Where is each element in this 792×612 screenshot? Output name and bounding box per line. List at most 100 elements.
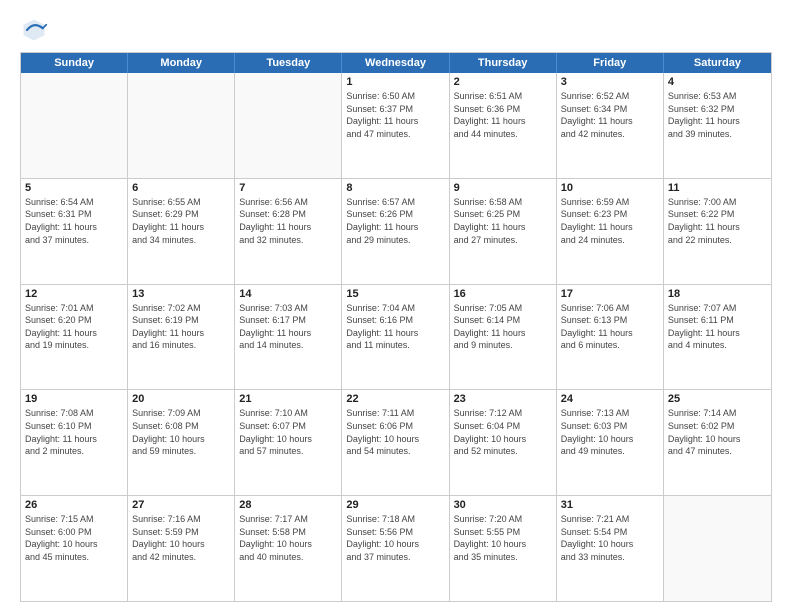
cell-info: Sunrise: 7:06 AM Sunset: 6:13 PM Dayligh… [561,302,659,352]
cell-info: Sunrise: 7:09 AM Sunset: 6:08 PM Dayligh… [132,407,230,457]
day-number: 17 [561,288,659,300]
calendar-cell: 22Sunrise: 7:11 AM Sunset: 6:06 PM Dayli… [342,390,449,495]
calendar-cell: 29Sunrise: 7:18 AM Sunset: 5:56 PM Dayli… [342,496,449,601]
cell-info: Sunrise: 7:07 AM Sunset: 6:11 PM Dayligh… [668,302,767,352]
cell-info: Sunrise: 7:16 AM Sunset: 5:59 PM Dayligh… [132,513,230,563]
day-number: 2 [454,76,552,88]
day-number: 8 [346,182,444,194]
day-header: Sunday [21,53,128,73]
calendar-cell: 24 Sunrise: 7:13 AM Sunset: 6:03 PM Dayli… [557,390,664,495]
calendar-cell [128,73,235,178]
cell-info: Sunrise: 7:10 AM Sunset: 6:07 PM Dayligh… [239,407,337,457]
logo-icon [20,16,48,44]
calendar-cell: 18 Sunrise: 7:07 AM Sunset: 6:11 PM Dayli… [664,285,771,390]
calendar-cell: 2 Sunrise: 6:51 AM Sunset: 6:36 PM Daylig… [450,73,557,178]
calendar-cell: 25 Sunrise: 7:14 AM Sunset: 6:02 PM Dayli… [664,390,771,495]
calendar-cell: 21 Sunrise: 7:10 AM Sunset: 6:07 PM Dayli… [235,390,342,495]
cell-info: Sunrise: 7:03 AM Sunset: 6:17 PM Dayligh… [239,302,337,352]
calendar-cell: 11 Sunrise: 7:00 AM Sunset: 6:22 PM Dayli… [664,179,771,284]
cell-info: Sunrise: 6:56 AM Sunset: 6:28 PM Dayligh… [239,196,337,246]
calendar-cell [21,73,128,178]
calendar-cell: 19Sunrise: 7:08 AM Sunset: 6:10 PM Dayli… [21,390,128,495]
day-header: Saturday [664,53,771,73]
calendar-cell: 10Sunrise: 6:59 AM Sunset: 6:23 PM Dayli… [557,179,664,284]
calendar-week-row: 1Sunrise: 6:50 AM Sunset: 6:37 PM Daylig… [21,73,771,178]
calendar-cell: 4 Sunrise: 6:53 AM Sunset: 6:32 PM Daylig… [664,73,771,178]
cell-info: Sunrise: 7:08 AM Sunset: 6:10 PM Dayligh… [25,407,123,457]
cell-info: Sunrise: 6:57 AM Sunset: 6:26 PM Dayligh… [346,196,444,246]
cell-info: Sunrise: 7:04 AM Sunset: 6:16 PM Dayligh… [346,302,444,352]
day-header: Thursday [450,53,557,73]
calendar-cell: 31Sunrise: 7:21 AM Sunset: 5:54 PM Dayli… [557,496,664,601]
cell-info: Sunrise: 6:52 AM Sunset: 6:34 PM Dayligh… [561,90,659,140]
calendar-cell [235,73,342,178]
day-header: Monday [128,53,235,73]
cell-info: Sunrise: 6:58 AM Sunset: 6:25 PM Dayligh… [454,196,552,246]
day-number: 24 [561,393,659,405]
calendar-cell: 7 Sunrise: 6:56 AM Sunset: 6:28 PM Daylig… [235,179,342,284]
calendar-cell: 3 Sunrise: 6:52 AM Sunset: 6:34 PM Daylig… [557,73,664,178]
cell-info: Sunrise: 7:15 AM Sunset: 6:00 PM Dayligh… [25,513,123,563]
calendar-cell: 27 Sunrise: 7:16 AM Sunset: 5:59 PM Dayli… [128,496,235,601]
cell-info: Sunrise: 7:13 AM Sunset: 6:03 PM Dayligh… [561,407,659,457]
calendar-cell: 30 Sunrise: 7:20 AM Sunset: 5:55 PM Dayli… [450,496,557,601]
day-number: 10 [561,182,659,194]
cell-info: Sunrise: 7:01 AM Sunset: 6:20 PM Dayligh… [25,302,123,352]
day-number: 18 [668,288,767,300]
calendar-week-row: 5Sunrise: 6:54 AM Sunset: 6:31 PM Daylig… [21,178,771,284]
day-number: 1 [346,76,444,88]
day-number: 15 [346,288,444,300]
cell-info: Sunrise: 7:14 AM Sunset: 6:02 PM Dayligh… [668,407,767,457]
calendar-cell [664,496,771,601]
calendar-week-row: 19Sunrise: 7:08 AM Sunset: 6:10 PM Dayli… [21,389,771,495]
day-number: 30 [454,499,552,511]
cell-info: Sunrise: 6:51 AM Sunset: 6:36 PM Dayligh… [454,90,552,140]
day-number: 7 [239,182,337,194]
calendar-cell: 13Sunrise: 7:02 AM Sunset: 6:19 PM Dayli… [128,285,235,390]
day-number: 9 [454,182,552,194]
header [20,16,772,44]
calendar-week-row: 26 Sunrise: 7:15 AM Sunset: 6:00 PM Dayli… [21,495,771,601]
day-header: Tuesday [235,53,342,73]
calendar-cell: 5Sunrise: 6:54 AM Sunset: 6:31 PM Daylig… [21,179,128,284]
calendar-cell: 16Sunrise: 7:05 AM Sunset: 6:14 PM Dayli… [450,285,557,390]
calendar-cell: 23 Sunrise: 7:12 AM Sunset: 6:04 PM Dayli… [450,390,557,495]
day-number: 28 [239,499,337,511]
calendar-cell: 6Sunrise: 6:55 AM Sunset: 6:29 PM Daylig… [128,179,235,284]
cell-info: Sunrise: 6:53 AM Sunset: 6:32 PM Dayligh… [668,90,767,140]
cell-info: Sunrise: 7:18 AM Sunset: 5:56 PM Dayligh… [346,513,444,563]
cell-info: Sunrise: 7:17 AM Sunset: 5:58 PM Dayligh… [239,513,337,563]
day-number: 20 [132,393,230,405]
cell-info: Sunrise: 7:02 AM Sunset: 6:19 PM Dayligh… [132,302,230,352]
calendar-cell: 26 Sunrise: 7:15 AM Sunset: 6:00 PM Dayli… [21,496,128,601]
day-number: 27 [132,499,230,511]
cell-info: Sunrise: 7:21 AM Sunset: 5:54 PM Dayligh… [561,513,659,563]
calendar-cell: 1Sunrise: 6:50 AM Sunset: 6:37 PM Daylig… [342,73,449,178]
calendar-cell: 17 Sunrise: 7:06 AM Sunset: 6:13 PM Dayli… [557,285,664,390]
day-number: 4 [668,76,767,88]
cell-info: Sunrise: 7:00 AM Sunset: 6:22 PM Dayligh… [668,196,767,246]
day-number: 21 [239,393,337,405]
day-number: 3 [561,76,659,88]
day-number: 25 [668,393,767,405]
day-number: 11 [668,182,767,194]
logo [20,16,52,44]
day-number: 23 [454,393,552,405]
page: SundayMondayTuesdayWednesdayThursdayFrid… [0,0,792,612]
day-number: 12 [25,288,123,300]
calendar-body: 1Sunrise: 6:50 AM Sunset: 6:37 PM Daylig… [21,73,771,601]
cell-info: Sunrise: 7:05 AM Sunset: 6:14 PM Dayligh… [454,302,552,352]
calendar: SundayMondayTuesdayWednesdayThursdayFrid… [20,52,772,602]
calendar-cell: 12 Sunrise: 7:01 AM Sunset: 6:20 PM Dayli… [21,285,128,390]
cell-info: Sunrise: 7:11 AM Sunset: 6:06 PM Dayligh… [346,407,444,457]
cell-info: Sunrise: 7:12 AM Sunset: 6:04 PM Dayligh… [454,407,552,457]
calendar-header: SundayMondayTuesdayWednesdayThursdayFrid… [21,53,771,73]
day-number: 6 [132,182,230,194]
day-number: 26 [25,499,123,511]
day-header: Friday [557,53,664,73]
cell-info: Sunrise: 7:20 AM Sunset: 5:55 PM Dayligh… [454,513,552,563]
calendar-cell: 28 Sunrise: 7:17 AM Sunset: 5:58 PM Dayli… [235,496,342,601]
calendar-cell: 20 Sunrise: 7:09 AM Sunset: 6:08 PM Dayli… [128,390,235,495]
day-number: 5 [25,182,123,194]
day-header: Wednesday [342,53,449,73]
